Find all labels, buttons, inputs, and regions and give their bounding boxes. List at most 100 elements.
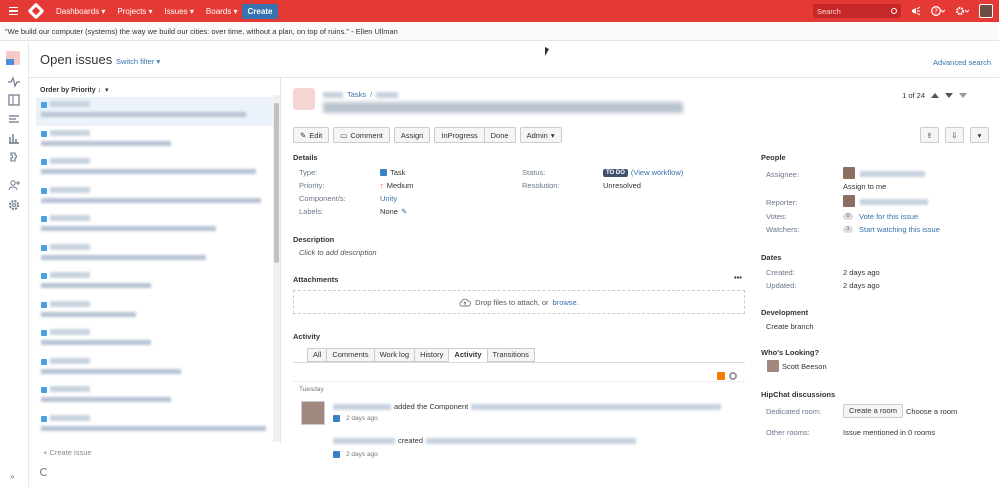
tab-all[interactable]: All <box>307 348 327 362</box>
reporter-name[interactable] <box>860 199 928 205</box>
resolution-label: Resolution: <box>522 181 560 190</box>
rss-feed-icon[interactable] <box>717 372 725 380</box>
previous-issue-icon[interactable] <box>931 93 939 98</box>
reporter-avatar <box>843 195 855 207</box>
reporter-label: Reporter: <box>766 198 798 207</box>
drop-text: Drop files to attach, or <box>475 297 549 307</box>
create-button[interactable]: Create <box>241 3 279 19</box>
list-item[interactable] <box>36 211 274 240</box>
tab-transitions[interactable]: Transitions <box>486 348 535 362</box>
labels-value[interactable]: None ✎ <box>380 207 407 216</box>
hipchat-heading: HipChat discussions <box>761 390 836 399</box>
components-icon[interactable] <box>8 151 20 163</box>
breadcrumb-tasks[interactable]: Tasks <box>347 90 366 99</box>
type-label: Type: <box>299 168 318 177</box>
list-item[interactable] <box>36 154 274 183</box>
nav-issues[interactable]: Issues ▾ <box>165 7 194 16</box>
list-scrollbar[interactable] <box>273 95 280 442</box>
tab-work-log[interactable]: Work log <box>373 348 415 362</box>
dates-heading: Dates <box>761 253 782 262</box>
nav-dashboards[interactable]: Dashboards ▾ <box>56 7 105 16</box>
attachment-dropzone[interactable]: Drop files to attach, or browse. <box>293 290 745 314</box>
other-rooms-label: Other rooms: <box>766 428 810 437</box>
list-item[interactable] <box>36 183 274 212</box>
tab-history[interactable]: History <box>414 348 449 362</box>
status-label: Status: <box>522 168 546 177</box>
tab-activity[interactable]: Activity <box>448 348 487 362</box>
menu-icon[interactable] <box>0 6 22 16</box>
switch-filter-link[interactable]: Switch filter ▾ <box>116 57 160 66</box>
assign-to-me-link[interactable]: Assign to me <box>843 182 886 191</box>
description-field[interactable]: Click to add description <box>299 248 377 257</box>
create-room-button[interactable]: Create a room <box>843 404 903 418</box>
list-item[interactable] <box>36 126 274 155</box>
expand-sidebar-icon[interactable]: » <box>10 472 14 481</box>
list-item[interactable] <box>36 240 274 269</box>
task-icon <box>333 415 340 422</box>
description-heading: Description <box>293 235 335 244</box>
dedicated-room-label: Dedicated room: <box>766 407 822 416</box>
issues-icon[interactable] <box>8 113 20 125</box>
task-icon <box>41 358 47 365</box>
list-item[interactable] <box>36 297 274 326</box>
assignee-name[interactable] <box>860 171 925 177</box>
create-issue-link[interactable]: + Create issue <box>43 448 92 457</box>
browse-link[interactable]: browse. <box>553 298 579 307</box>
share-button[interactable]: ⇪ <box>920 127 939 143</box>
view-workflow-link[interactable]: (View workflow) <box>631 168 683 177</box>
list-item[interactable] <box>36 411 274 440</box>
app-logo-icon[interactable] <box>27 2 45 20</box>
refresh-icon[interactable] <box>40 468 48 476</box>
search-input[interactable]: Search <box>813 4 901 18</box>
done-button[interactable]: Done <box>484 127 516 143</box>
type-value[interactable]: Task <box>380 168 405 177</box>
notifications-icon[interactable] <box>911 6 921 16</box>
issue-pager: 1 of 24 <box>902 91 967 100</box>
activity-settings-icon[interactable] <box>729 372 737 380</box>
status-badge[interactable]: TO DO <box>603 168 628 177</box>
list-item[interactable] <box>36 325 274 354</box>
votes-label: Votes: <box>766 212 787 221</box>
list-item[interactable] <box>36 354 274 383</box>
task-icon <box>41 387 47 393</box>
pencil-icon[interactable]: ✎ <box>401 207 407 216</box>
development-heading: Development <box>761 308 809 317</box>
choose-room-link[interactable]: Choose a room <box>906 407 957 416</box>
export-button[interactable]: ⇩ <box>945 127 964 143</box>
add-people-icon[interactable] <box>8 179 20 191</box>
project-avatar-icon[interactable] <box>6 51 20 65</box>
next-issue-icon[interactable] <box>945 93 953 98</box>
list-item[interactable] <box>36 97 274 126</box>
attachments-more-icon[interactable]: ••• <box>734 273 742 282</box>
list-item[interactable] <box>36 382 274 411</box>
component-unity-link[interactable]: Unity <box>380 194 397 203</box>
assign-button[interactable]: Assign <box>393 127 431 143</box>
activity-icon[interactable] <box>8 76 20 88</box>
reports-icon[interactable] <box>8 132 20 144</box>
settings-icon[interactable] <box>955 6 969 16</box>
priority-value[interactable]: ↑ Medium <box>380 181 413 190</box>
more-button[interactable]: ▾ <box>970 127 989 143</box>
task-icon <box>41 301 47 308</box>
board-icon[interactable] <box>8 94 20 106</box>
inprogress-button[interactable]: InProgress <box>434 127 485 143</box>
nav-boards[interactable]: Boards ▾ <box>206 7 238 16</box>
user-avatar[interactable] <box>979 4 993 18</box>
order-by-dropdown[interactable]: Order by Priority ↓ ▾ <box>40 86 109 94</box>
watch-link[interactable]: Start watching this issue <box>859 225 940 234</box>
admin-dropdown[interactable]: Admin ▾ <box>519 127 562 143</box>
list-item[interactable] <box>36 268 274 297</box>
help-icon[interactable]: ? <box>931 6 945 16</box>
advanced-search-link[interactable]: Advanced search <box>933 58 991 67</box>
tab-comments[interactable]: Comments <box>326 348 374 362</box>
nav-projects[interactable]: Projects ▾ <box>117 7 152 16</box>
project-settings-icon[interactable] <box>8 199 20 211</box>
search-icon <box>891 8 897 14</box>
collapse-icon[interactable] <box>959 93 967 98</box>
project-sidebar <box>0 42 29 487</box>
edit-icon: ✎ <box>300 130 307 140</box>
edit-button[interactable]: ✎ Edit <box>293 127 330 143</box>
vote-link[interactable]: Vote for this issue <box>859 212 918 221</box>
create-branch-link[interactable]: Create branch <box>766 322 814 331</box>
comment-button[interactable]: ▭ Comment <box>333 127 390 143</box>
